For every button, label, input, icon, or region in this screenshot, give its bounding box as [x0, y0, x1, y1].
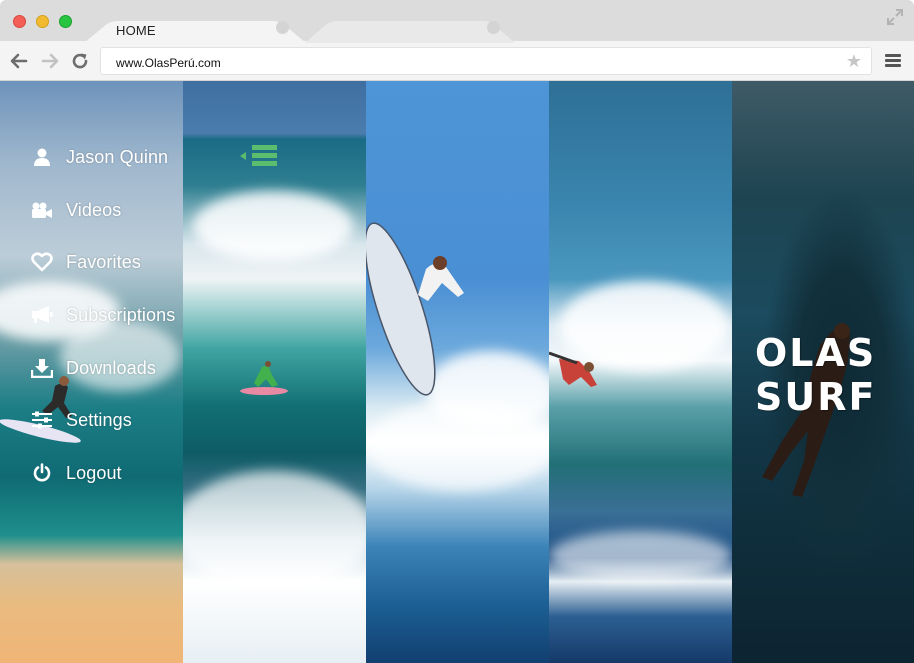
reload-icon[interactable]	[70, 51, 90, 71]
browser-tab-2[interactable]	[305, 13, 515, 43]
sidebar-item-settings[interactable]: Settings	[31, 406, 132, 434]
surf-photo-panel-3	[366, 81, 549, 663]
page-content: Jason Quinn Videos Favorites Subscriptio…	[0, 81, 914, 663]
brand-logo: OLAS SURF	[755, 331, 905, 419]
sidebar-item-label: Jason Quinn	[66, 146, 169, 167]
download-icon	[31, 357, 53, 379]
sidebar-item-favorites[interactable]: Favorites	[31, 248, 141, 276]
window-minimize-button[interactable]	[36, 15, 49, 28]
sliders-icon	[31, 409, 53, 431]
forward-arrow-icon[interactable]	[40, 51, 60, 71]
sidebar-item-label: Videos	[66, 199, 122, 220]
sidebar-item-label: Downloads	[66, 357, 156, 378]
brand-line-1: OLAS	[755, 331, 877, 375]
surf-photo-panel-2	[183, 81, 366, 663]
surf-photo-panel-4	[549, 81, 732, 663]
sidebar-item-label: Favorites	[66, 251, 141, 272]
window-close-button[interactable]	[13, 15, 26, 28]
tab-close-icon[interactable]	[487, 21, 500, 34]
user-icon	[31, 146, 53, 168]
sidebar-item-downloads[interactable]: Downloads	[31, 354, 156, 382]
sidebar-menu: Jason Quinn Videos Favorites Subscriptio…	[0, 81, 183, 663]
fullscreen-icon[interactable]	[886, 8, 904, 26]
megaphone-icon	[31, 304, 53, 326]
window-maximize-button[interactable]	[59, 15, 72, 28]
address-bar[interactable]: www.OlasPerú.com ★	[100, 47, 872, 75]
video-camera-icon	[31, 199, 53, 221]
sidebar-item-label: Logout	[66, 462, 122, 483]
tab-title: HOME	[116, 23, 156, 38]
sidebar-item-logout[interactable]: Logout	[31, 459, 122, 487]
power-icon	[31, 462, 53, 484]
tab-close-icon[interactable]	[276, 21, 289, 34]
menu-toggle-hamburger-icon[interactable]	[240, 145, 280, 167]
browser-titlebar: HOME	[0, 0, 914, 43]
sidebar-item-videos[interactable]: Videos	[31, 196, 121, 224]
heart-icon	[31, 251, 53, 273]
brand-line-2: SURF	[755, 375, 877, 419]
sidebar-item-profile[interactable]: Jason Quinn	[31, 143, 168, 171]
browser-tab-home[interactable]: HOME	[84, 13, 306, 43]
bookmark-star-icon[interactable]: ★	[846, 52, 862, 70]
sidebar-item-label: Settings	[66, 409, 132, 430]
url-text: www.OlasPerú.com	[116, 56, 221, 70]
sidebar-item-label: Subscriptions	[66, 304, 176, 325]
back-arrow-icon[interactable]	[9, 51, 29, 71]
browser-menu-icon[interactable]	[885, 54, 901, 68]
browser-toolbar: www.OlasPerú.com ★	[0, 41, 914, 81]
sidebar-item-subscriptions[interactable]: Subscriptions	[31, 301, 175, 329]
